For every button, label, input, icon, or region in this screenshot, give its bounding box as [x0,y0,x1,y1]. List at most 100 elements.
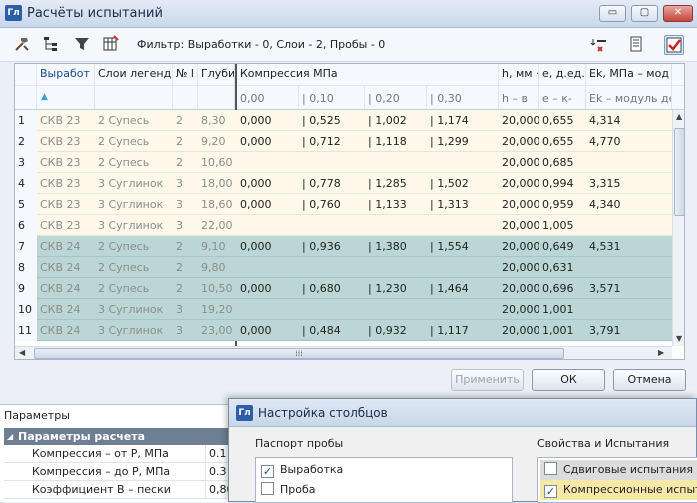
header-workings[interactable]: Выработ [37,64,95,85]
param-row[interactable]: Компрессия – до P, МПа 0.3 [4,463,232,481]
scroll-up-icon[interactable]: ▲ [676,112,682,121]
header-number[interactable]: № l [173,64,198,85]
cell-compression-p3[interactable] [427,215,499,236]
cell-compression-p1[interactable]: | 0,712 [299,131,365,152]
cell-compression-p3[interactable]: | 1,502 [427,173,499,194]
cell-layer[interactable]: 2 Супесь [95,152,173,173]
cell-number[interactable]: 2 [173,131,198,152]
cell-compression-p0[interactable]: 0,000 [237,236,299,257]
table-row[interactable]: 4 СКВ 23 3 Суглинок 3 18,00 0,000 | 0,778 | 1,2… [15,173,672,194]
cell-compression-p0[interactable] [237,152,299,173]
parameters-group[interactable]: ◢ Параметры расчета [4,428,232,445]
cell-depth[interactable]: 9,10 [198,236,235,257]
cell-depth[interactable]: 10,50 [198,278,235,299]
cell-compression-p3[interactable] [427,257,499,278]
table-row[interactable]: 9 СКВ 24 2 Супесь 2 10,50 0,000 | 0,680 | 1,230… [15,278,672,299]
cell-height[interactable]: 20,000 [499,131,539,152]
horizontal-scroll-thumb[interactable]: ⁞⁞⁞ [34,348,564,359]
cell-depth[interactable]: 9,20 [198,131,235,152]
cell-compression-p2[interactable]: | 1,002 [365,110,427,131]
table-row[interactable]: 5 СКВ 23 3 Суглинок 3 18,60 0,000 | 0,760 | 1,1… [15,194,672,215]
cell-number[interactable]: 2 [173,110,198,131]
cell-working[interactable]: СКВ 24 [37,236,95,257]
checkmark-toggle-icon[interactable] [664,35,684,55]
cell-modulus[interactable] [586,215,672,236]
data-grid[interactable]: Выработ Слои легенд № l Глуби Компрессия… [14,63,685,360]
header-layers[interactable]: Слои легенд [95,64,173,85]
header-modulus[interactable]: Ek, МПа – мод [586,64,672,85]
cell-modulus[interactable]: 4,531 [586,236,672,257]
cell-modulus[interactable]: 4,314 [586,110,672,131]
cell-height[interactable]: 20,000 [499,236,539,257]
option-sample[interactable]: Проба [261,480,316,500]
cell-number[interactable]: 3 [173,194,198,215]
cell-porosity[interactable]: 0,994 [539,173,586,194]
cell-compression-p3[interactable]: | 1,313 [427,194,499,215]
cell-compression-p1[interactable]: | 0,760 [299,194,365,215]
table-row[interactable]: 2 СКВ 23 2 Супесь 2 9,20 0,000 | 0,712 | 1,118 |… [15,131,672,152]
option-working[interactable]: ✓ Выработка [261,460,343,480]
cell-layer[interactable]: 3 Суглинок [95,173,173,194]
header-compression[interactable]: Компрессия МПа [237,64,499,85]
cell-compression-p3[interactable]: | 1,554 [427,236,499,257]
maximize-button[interactable]: ▢ [631,5,658,22]
cell-height[interactable]: 20,000 [499,320,539,341]
cell-porosity[interactable]: 1,001 [539,320,586,341]
report-icon[interactable] [626,35,646,55]
cell-compression-p1[interactable]: | 0,778 [299,173,365,194]
cell-porosity[interactable]: 0,649 [539,236,586,257]
column-settings-icon[interactable] [101,35,121,55]
cancel-button[interactable]: Отмена [613,369,686,391]
cell-compression-p2[interactable] [365,152,427,173]
cell-compression-p1[interactable] [299,215,365,236]
cell-depth[interactable]: 8,30 [198,110,235,131]
cell-layer[interactable]: 3 Суглинок [95,299,173,320]
cell-height[interactable]: 20,000 [499,278,539,299]
cell-layer[interactable]: 3 Суглинок [95,215,173,236]
cell-working[interactable]: СКВ 24 [37,257,95,278]
checkbox-checked-icon[interactable]: ✓ [544,485,557,498]
cell-porosity[interactable]: 0,959 [539,194,586,215]
option-shear-tests[interactable]: Сдвиговые испытания [540,460,697,480]
cell-porosity[interactable]: 0,685 [539,152,586,173]
minimize-button[interactable]: ▭ [599,5,626,22]
dialog-title-bar[interactable]: Гл Настройка столбцов [229,399,696,427]
cell-number[interactable]: 3 [173,215,198,236]
cell-compression-p0[interactable]: 0,000 [237,110,299,131]
cell-working[interactable]: СКВ 23 [37,194,95,215]
header-depth[interactable]: Глуби [198,64,235,85]
cell-number[interactable]: 2 [173,278,198,299]
cell-compression-p2[interactable]: | 1,133 [365,194,427,215]
cell-working[interactable]: СКВ 23 [37,173,95,194]
cell-height[interactable]: 20,000 [499,299,539,320]
sample-passport-list[interactable]: ✓ Выработка Проба [255,457,513,503]
cell-modulus[interactable]: 3,315 [586,173,672,194]
vertical-scroll-thumb[interactable] [674,128,684,216]
cell-compression-p0[interactable] [237,299,299,320]
table-row[interactable]: 3 СКВ 23 2 Супесь 2 10,60 20,000 0,685 [15,152,672,173]
sort-indicator[interactable]: ▲ [37,86,95,109]
cell-depth[interactable]: 10,60 [198,152,235,173]
cell-height[interactable]: 20,000 [499,215,539,236]
cell-modulus[interactable] [586,257,672,278]
cell-layer[interactable]: 2 Супесь [95,236,173,257]
vertical-scrollbar[interactable]: ▲ ▼ [672,110,684,346]
table-row[interactable]: 7 СКВ 24 2 Супесь 2 9,10 0,000 | 0,936 | 1,380 |… [15,236,672,257]
cell-compression-p0[interactable]: 0,000 [237,278,299,299]
cell-depth[interactable]: 9,80 [198,257,235,278]
cell-compression-p2[interactable]: | 1,230 [365,278,427,299]
cell-layer[interactable]: 2 Супесь [95,131,173,152]
cell-depth[interactable]: 18,60 [198,194,235,215]
cell-compression-p3[interactable]: | 1,174 [427,110,499,131]
ok-button[interactable]: ОК [532,369,605,391]
cell-working[interactable]: СКВ 24 [37,299,95,320]
table-row[interactable]: 6 СКВ 23 3 Суглинок 3 22,00 20,000 1,005 [15,215,672,236]
cell-compression-p1[interactable] [299,152,365,173]
checkbox-unchecked-icon[interactable] [544,462,557,475]
cell-compression-p0[interactable]: 0,000 [237,320,299,341]
cell-porosity[interactable]: 0,696 [539,278,586,299]
cell-compression-p2[interactable]: | 0,932 [365,320,427,341]
cell-compression-p1[interactable] [299,257,365,278]
cell-height[interactable]: 20,000 [499,173,539,194]
cell-compression-p2[interactable]: | 1,380 [365,236,427,257]
